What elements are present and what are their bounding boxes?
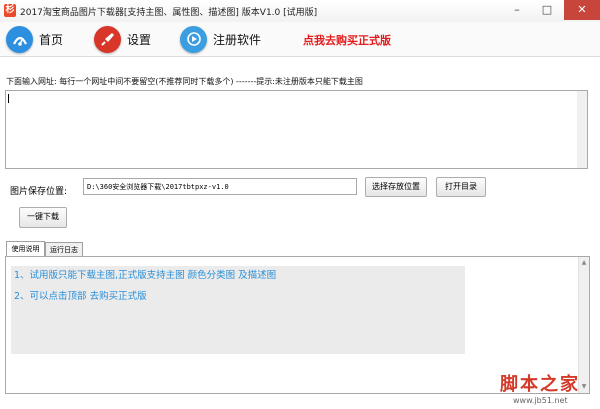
instruction-line: 1、试用版只能下载主图,正式版支持主图 颜色分类图 及描述图: [14, 270, 277, 281]
watermark-url: www.jb51.net: [513, 396, 568, 405]
text-caret: [8, 94, 9, 103]
maximize-button[interactable]: □: [532, 0, 562, 20]
toolbar: 首页 设置 注册软件 点我去购买正式版: [0, 22, 600, 57]
tab-instructions[interactable]: 使用说明: [6, 241, 45, 256]
title-bar: 杉 2017淘宝商品图片下载器[支持主图、属性图、描述图] 版本V1.0 [试用…: [0, 0, 600, 23]
choose-location-button[interactable]: 选择存放位置: [365, 177, 427, 197]
url-input-hint: 下面输入网址: 每行一个网址中间不要留空(不推荐同时下载多个) -------提…: [6, 77, 363, 86]
watermark-logo: 脚本之家: [500, 374, 580, 395]
save-path-field[interactable]: D:\360安全浏览器下载\2017tbtpxz-v1.0: [83, 178, 357, 195]
url-input[interactable]: [5, 90, 588, 169]
register-icon: [180, 25, 207, 53]
one-click-download-button[interactable]: 一键下载: [19, 207, 67, 228]
url-input-scrollbar[interactable]: [577, 91, 587, 168]
toolbar-home-label: 首页: [39, 32, 64, 47]
close-icon: ✕: [577, 3, 587, 16]
minimize-icon: –: [514, 3, 520, 16]
instruction-line: 2、可以点击顶部 去购买正式版: [14, 291, 147, 302]
instructions-text-area: 1、试用版只能下载主图,正式版支持主图 颜色分类图 及描述图 2、可以点击顶部 …: [11, 266, 465, 354]
close-button[interactable]: ✕: [564, 0, 600, 20]
app-icon: 杉: [4, 4, 16, 17]
toolbar-home[interactable]: 首页: [6, 24, 63, 54]
scroll-down-icon[interactable]: ▼: [579, 381, 589, 393]
minimize-button[interactable]: –: [502, 0, 532, 20]
toolbar-settings-label: 设置: [127, 32, 152, 47]
window-title: 2017淘宝商品图片下载器[支持主图、属性图、描述图] 版本V1.0 [试用版]: [20, 8, 318, 18]
open-folder-button[interactable]: 打开目录: [436, 177, 486, 197]
buy-full-version-link[interactable]: 点我去购买正式版: [303, 32, 391, 48]
toolbar-register-label: 注册软件: [213, 32, 262, 47]
save-location-label: 图片保存位置:: [10, 187, 68, 197]
toolbar-register[interactable]: 注册软件: [180, 24, 261, 54]
toolbar-settings[interactable]: 设置: [94, 24, 151, 54]
scroll-up-icon[interactable]: ▲: [579, 257, 589, 269]
rocket-icon: [94, 25, 121, 53]
tab-run-log[interactable]: 运行日志: [45, 242, 83, 256]
home-icon: [6, 25, 33, 53]
maximize-icon: □: [541, 3, 553, 16]
